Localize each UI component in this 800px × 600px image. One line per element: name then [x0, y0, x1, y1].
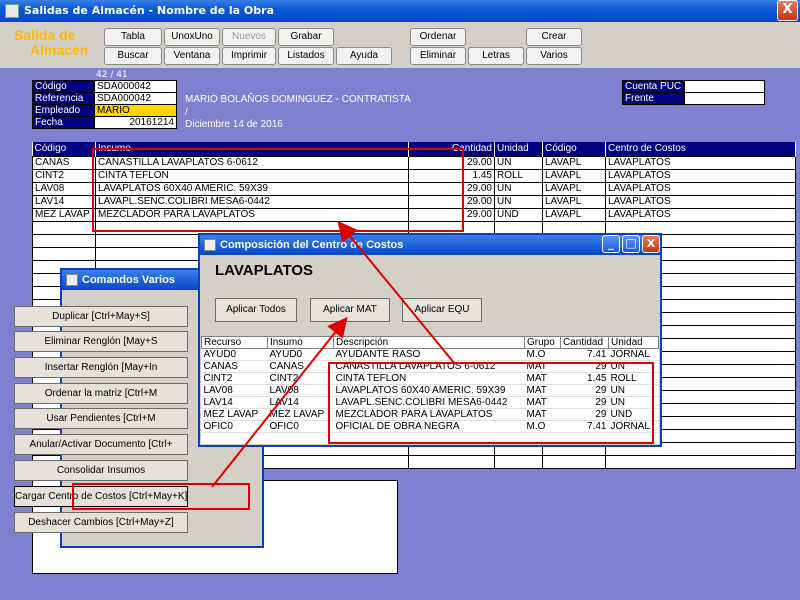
arrow-to-grid — [337, 220, 456, 365]
arrow-to-aplicar-mat — [211, 316, 348, 488]
annotation-arrows — [211, 220, 456, 488]
